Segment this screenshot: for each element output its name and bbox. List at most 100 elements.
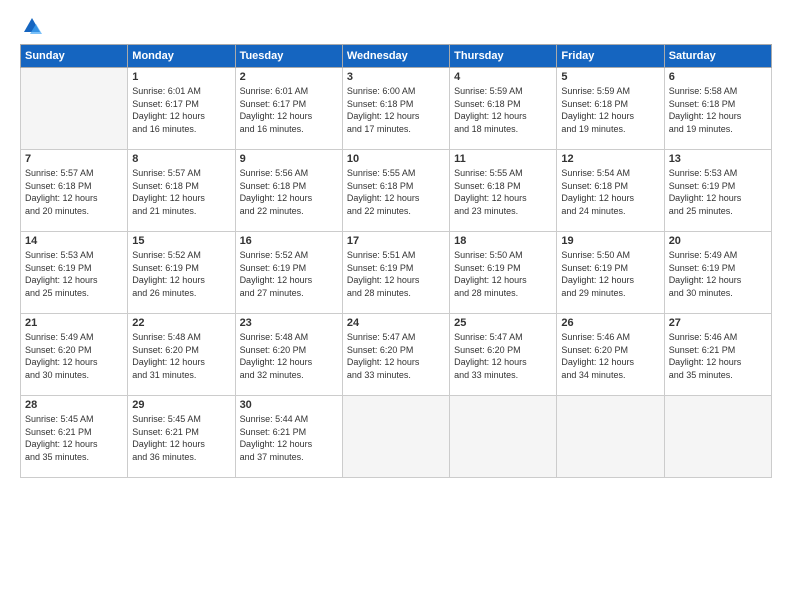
calendar-cell: 27 Sunrise: 5:46 AM Sunset: 6:21 PM Dayli… (664, 314, 771, 396)
day-number: 28 (25, 399, 123, 411)
day-info: Sunrise: 5:48 AM Sunset: 6:20 PM Dayligh… (132, 331, 230, 381)
calendar-cell: 25 Sunrise: 5:47 AM Sunset: 6:20 PM Dayli… (450, 314, 557, 396)
day-number: 6 (669, 71, 767, 83)
calendar-cell: 5 Sunrise: 5:59 AM Sunset: 6:18 PM Daylig… (557, 68, 664, 150)
day-info: Sunrise: 5:47 AM Sunset: 6:20 PM Dayligh… (454, 331, 552, 381)
calendar-cell: 14 Sunrise: 5:53 AM Sunset: 6:19 PM Dayli… (21, 232, 128, 314)
day-number: 30 (240, 399, 338, 411)
day-number: 2 (240, 71, 338, 83)
day-number: 18 (454, 235, 552, 247)
calendar-page: SundayMondayTuesdayWednesdayThursdayFrid… (0, 0, 792, 612)
day-number: 13 (669, 153, 767, 165)
calendar-cell: 6 Sunrise: 5:58 AM Sunset: 6:18 PM Daylig… (664, 68, 771, 150)
day-info: Sunrise: 5:46 AM Sunset: 6:20 PM Dayligh… (561, 331, 659, 381)
calendar-cell (450, 396, 557, 478)
day-info: Sunrise: 5:58 AM Sunset: 6:18 PM Dayligh… (669, 85, 767, 135)
day-info: Sunrise: 5:54 AM Sunset: 6:18 PM Dayligh… (561, 167, 659, 217)
calendar-cell: 4Sunrise: 5:59 AM Sunset: 6:18 PM Daylig… (450, 68, 557, 150)
calendar-cell: 10 Sunrise: 5:55 AM Sunset: 6:18 PM Dayli… (342, 150, 449, 232)
day-info: Sunrise: 5:53 AM Sunset: 6:19 PM Dayligh… (669, 167, 767, 217)
day-info: Sunrise: 5:45 AM Sunset: 6:21 PM Dayligh… (25, 413, 123, 463)
day-number: 15 (132, 235, 230, 247)
calendar-week-row: 14 Sunrise: 5:53 AM Sunset: 6:19 PM Dayli… (21, 232, 772, 314)
day-info: Sunrise: 5:46 AM Sunset: 6:21 PM Dayligh… (669, 331, 767, 381)
day-info: Sunrise: 5:56 AM Sunset: 6:18 PM Dayligh… (240, 167, 338, 217)
day-number: 11 (454, 153, 552, 165)
weekday-header-saturday: Saturday (664, 45, 771, 68)
calendar-cell: 2 Sunrise: 6:01 AM Sunset: 6:17 PM Daylig… (235, 68, 342, 150)
calendar-week-row: 28 Sunrise: 5:45 AM Sunset: 6:21 PM Dayli… (21, 396, 772, 478)
logo-icon (22, 16, 42, 36)
day-number: 26 (561, 317, 659, 329)
weekday-header-friday: Friday (557, 45, 664, 68)
weekday-header-monday: Monday (128, 45, 235, 68)
calendar-cell: 12 Sunrise: 5:54 AM Sunset: 6:18 PM Dayli… (557, 150, 664, 232)
day-number: 27 (669, 317, 767, 329)
calendar-cell: 9 Sunrise: 5:56 AM Sunset: 6:18 PM Daylig… (235, 150, 342, 232)
day-number: 14 (25, 235, 123, 247)
day-number: 21 (25, 317, 123, 329)
day-number: 19 (561, 235, 659, 247)
calendar-cell: 26 Sunrise: 5:46 AM Sunset: 6:20 PM Dayli… (557, 314, 664, 396)
weekday-header-tuesday: Tuesday (235, 45, 342, 68)
calendar-cell (557, 396, 664, 478)
day-info: Sunrise: 5:49 AM Sunset: 6:19 PM Dayligh… (669, 249, 767, 299)
day-info: Sunrise: 6:01 AM Sunset: 6:17 PM Dayligh… (240, 85, 338, 135)
calendar-cell: 29Sunrise: 5:45 AM Sunset: 6:21 PM Dayli… (128, 396, 235, 478)
calendar-cell: 20 Sunrise: 5:49 AM Sunset: 6:19 PM Dayli… (664, 232, 771, 314)
day-info: Sunrise: 5:55 AM Sunset: 6:18 PM Dayligh… (347, 167, 445, 217)
day-info: Sunrise: 6:00 AM Sunset: 6:18 PM Dayligh… (347, 85, 445, 135)
weekday-header-thursday: Thursday (450, 45, 557, 68)
day-info: Sunrise: 5:44 AM Sunset: 6:21 PM Dayligh… (240, 413, 338, 463)
day-number: 10 (347, 153, 445, 165)
day-number: 23 (240, 317, 338, 329)
day-info: Sunrise: 5:59 AM Sunset: 6:18 PM Dayligh… (561, 85, 659, 135)
day-number: 5 (561, 71, 659, 83)
day-number: 25 (454, 317, 552, 329)
calendar-cell: 17Sunrise: 5:51 AM Sunset: 6:19 PM Dayli… (342, 232, 449, 314)
calendar-cell: 18 Sunrise: 5:50 AM Sunset: 6:19 PM Dayli… (450, 232, 557, 314)
weekday-header-row: SundayMondayTuesdayWednesdayThursdayFrid… (21, 45, 772, 68)
day-info: Sunrise: 5:52 AM Sunset: 6:19 PM Dayligh… (132, 249, 230, 299)
calendar-week-row: 21Sunrise: 5:49 AM Sunset: 6:20 PM Dayli… (21, 314, 772, 396)
calendar-cell (21, 68, 128, 150)
day-info: Sunrise: 5:47 AM Sunset: 6:20 PM Dayligh… (347, 331, 445, 381)
day-number: 4 (454, 71, 552, 83)
calendar-cell: 30 Sunrise: 5:44 AM Sunset: 6:21 PM Dayli… (235, 396, 342, 478)
day-info: Sunrise: 5:50 AM Sunset: 6:19 PM Dayligh… (454, 249, 552, 299)
header (20, 16, 772, 36)
calendar-cell: 13 Sunrise: 5:53 AM Sunset: 6:19 PM Dayli… (664, 150, 771, 232)
logo (20, 16, 42, 36)
day-info: Sunrise: 5:55 AM Sunset: 6:18 PM Dayligh… (454, 167, 552, 217)
calendar-cell: 1 Sunrise: 6:01 AM Sunset: 6:17 PM Daylig… (128, 68, 235, 150)
calendar-cell: 28 Sunrise: 5:45 AM Sunset: 6:21 PM Dayli… (21, 396, 128, 478)
calendar-table: SundayMondayTuesdayWednesdayThursdayFrid… (20, 44, 772, 478)
day-number: 16 (240, 235, 338, 247)
day-number: 1 (132, 71, 230, 83)
day-number: 12 (561, 153, 659, 165)
day-info: Sunrise: 5:48 AM Sunset: 6:20 PM Dayligh… (240, 331, 338, 381)
calendar-cell: 21Sunrise: 5:49 AM Sunset: 6:20 PM Dayli… (21, 314, 128, 396)
day-info: Sunrise: 5:53 AM Sunset: 6:19 PM Dayligh… (25, 249, 123, 299)
day-number: 20 (669, 235, 767, 247)
calendar-week-row: 7 Sunrise: 5:57 AM Sunset: 6:18 PM Daylig… (21, 150, 772, 232)
calendar-cell: 3Sunrise: 6:00 AM Sunset: 6:18 PM Daylig… (342, 68, 449, 150)
day-info: Sunrise: 5:50 AM Sunset: 6:19 PM Dayligh… (561, 249, 659, 299)
day-info: Sunrise: 5:45 AM Sunset: 6:21 PM Dayligh… (132, 413, 230, 463)
calendar-cell: 16 Sunrise: 5:52 AM Sunset: 6:19 PM Dayli… (235, 232, 342, 314)
day-info: Sunrise: 5:57 AM Sunset: 6:18 PM Dayligh… (132, 167, 230, 217)
calendar-cell: 8Sunrise: 5:57 AM Sunset: 6:18 PM Daylig… (128, 150, 235, 232)
calendar-cell: 11 Sunrise: 5:55 AM Sunset: 6:18 PM Dayli… (450, 150, 557, 232)
calendar-week-row: 1 Sunrise: 6:01 AM Sunset: 6:17 PM Daylig… (21, 68, 772, 150)
weekday-header-wednesday: Wednesday (342, 45, 449, 68)
day-number: 7 (25, 153, 123, 165)
weekday-header-sunday: Sunday (21, 45, 128, 68)
day-number: 17 (347, 235, 445, 247)
calendar-cell: 7Sunrise: 5:57 AM Sunset: 6:18 PM Daylig… (21, 150, 128, 232)
day-info: Sunrise: 5:52 AM Sunset: 6:19 PM Dayligh… (240, 249, 338, 299)
calendar-cell: 19 Sunrise: 5:50 AM Sunset: 6:19 PM Dayli… (557, 232, 664, 314)
day-number: 22 (132, 317, 230, 329)
day-number: 9 (240, 153, 338, 165)
day-number: 24 (347, 317, 445, 329)
day-info: Sunrise: 6:01 AM Sunset: 6:17 PM Dayligh… (132, 85, 230, 135)
